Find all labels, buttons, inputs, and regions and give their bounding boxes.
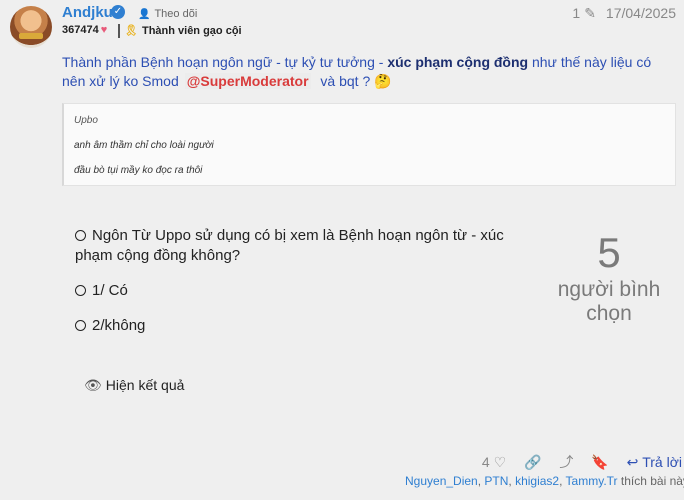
poll-question-text: Ngôn Từ Uppo sử dụng có bị xem là Bệnh h…	[75, 227, 504, 264]
follow-button[interactable]: 👤 Theo dõi	[138, 8, 197, 20]
avatar[interactable]	[10, 6, 52, 48]
liked-user[interactable]: PTN	[484, 474, 508, 488]
heart-icon: ♥	[100, 24, 108, 36]
mention-link[interactable]: @SuperModerator	[184, 73, 311, 89]
liked-user[interactable]: Nguyen_Dien	[405, 474, 478, 488]
pencil-icon[interactable]: ✎	[584, 5, 596, 21]
voter-count: 5	[597, 229, 621, 276]
radio-button[interactable]	[75, 320, 86, 331]
poll-option[interactable]: 2/không	[75, 317, 145, 334]
quote-line: anh âm thầm chỉ cho loài người	[74, 140, 214, 151]
heart-outline-icon: ♡	[493, 453, 507, 470]
post-text-part1: Thành phần Bệnh hoạn ngôn ngữ - tự kỷ tư…	[62, 54, 388, 70]
radio-icon	[75, 230, 86, 241]
bookmark-icon[interactable]: 🔖	[591, 454, 608, 471]
post-actions: 4 ♡ 🔗 ⤴ 🔖 ↩ Trả lời	[482, 452, 684, 472]
voter-label: người bình chọn	[557, 278, 661, 325]
edit-count[interactable]: 1	[572, 5, 580, 21]
quote-block: Upbo anh âm thầm chỉ cho loài người đầu …	[62, 103, 676, 186]
user-points: 367474 ♥	[62, 24, 107, 36]
user-plus-icon: 👤	[138, 9, 151, 20]
post-text-part3: và bqt ? 🤔	[316, 73, 392, 89]
follow-label: Theo dõi	[154, 8, 198, 20]
show-results-label: Hiện kết quả	[105, 377, 185, 393]
post-date[interactable]: 17/04/2025	[606, 5, 676, 21]
reply-icon: ↩	[626, 453, 639, 470]
poll-option-label: 2/không	[92, 317, 146, 334]
share-icon[interactable]: ⤴	[559, 452, 573, 472]
rank-label: Thành viên gạo cội	[141, 25, 242, 37]
post-text-bold: xúc phạm cộng đồng	[387, 54, 529, 70]
liked-user[interactable]: Tammy.Tr	[566, 474, 618, 488]
poll-question: Ngôn Từ Uppo sử dụng có bị xem là Bệnh h…	[75, 226, 535, 266]
voter-summary: 5 người bình chọn	[548, 228, 670, 326]
quote-author[interactable]: Upbo	[74, 115, 98, 126]
show-results-button[interactable]: 👁 Hiện kết quả	[84, 377, 184, 394]
liked-by: Nguyen_Dien, PTN, khigias2, Tammy.Tr thí…	[405, 474, 684, 488]
points-value: 367474	[62, 24, 99, 36]
link-icon[interactable]: 🔗	[524, 454, 541, 471]
like-button[interactable]: 4 ♡	[482, 453, 506, 471]
liked-user[interactable]: khigias2	[515, 474, 559, 488]
reply-button[interactable]: ↩ Trả lời	[627, 453, 682, 471]
eye-icon: 👁	[84, 377, 102, 393]
radio-button[interactable]	[75, 285, 86, 296]
liked-suffix: thích bài này	[617, 474, 684, 488]
like-count: 4	[481, 454, 490, 471]
avatar-belt	[19, 33, 43, 39]
verified-icon: ✓	[111, 5, 125, 19]
user-rank: 🎗 Thành viên gạo cội	[124, 24, 242, 37]
quote-line: đầu bò tụi mầy ko đọc ra thôi	[74, 165, 203, 176]
reply-label: Trả lời	[642, 454, 682, 471]
username[interactable]: Andjku	[62, 4, 113, 21]
divider	[118, 24, 120, 38]
poll-option[interactable]: 1/ Có	[75, 282, 128, 299]
poll-option-label: 1/ Có	[92, 282, 128, 299]
post-meta: 1 ✎ 17/04/2025	[572, 5, 676, 22]
post-body: Thành phần Bệnh hoạn ngôn ngữ - tự kỷ tư…	[62, 53, 672, 91]
rank-badge-icon: 🎗	[124, 25, 138, 37]
